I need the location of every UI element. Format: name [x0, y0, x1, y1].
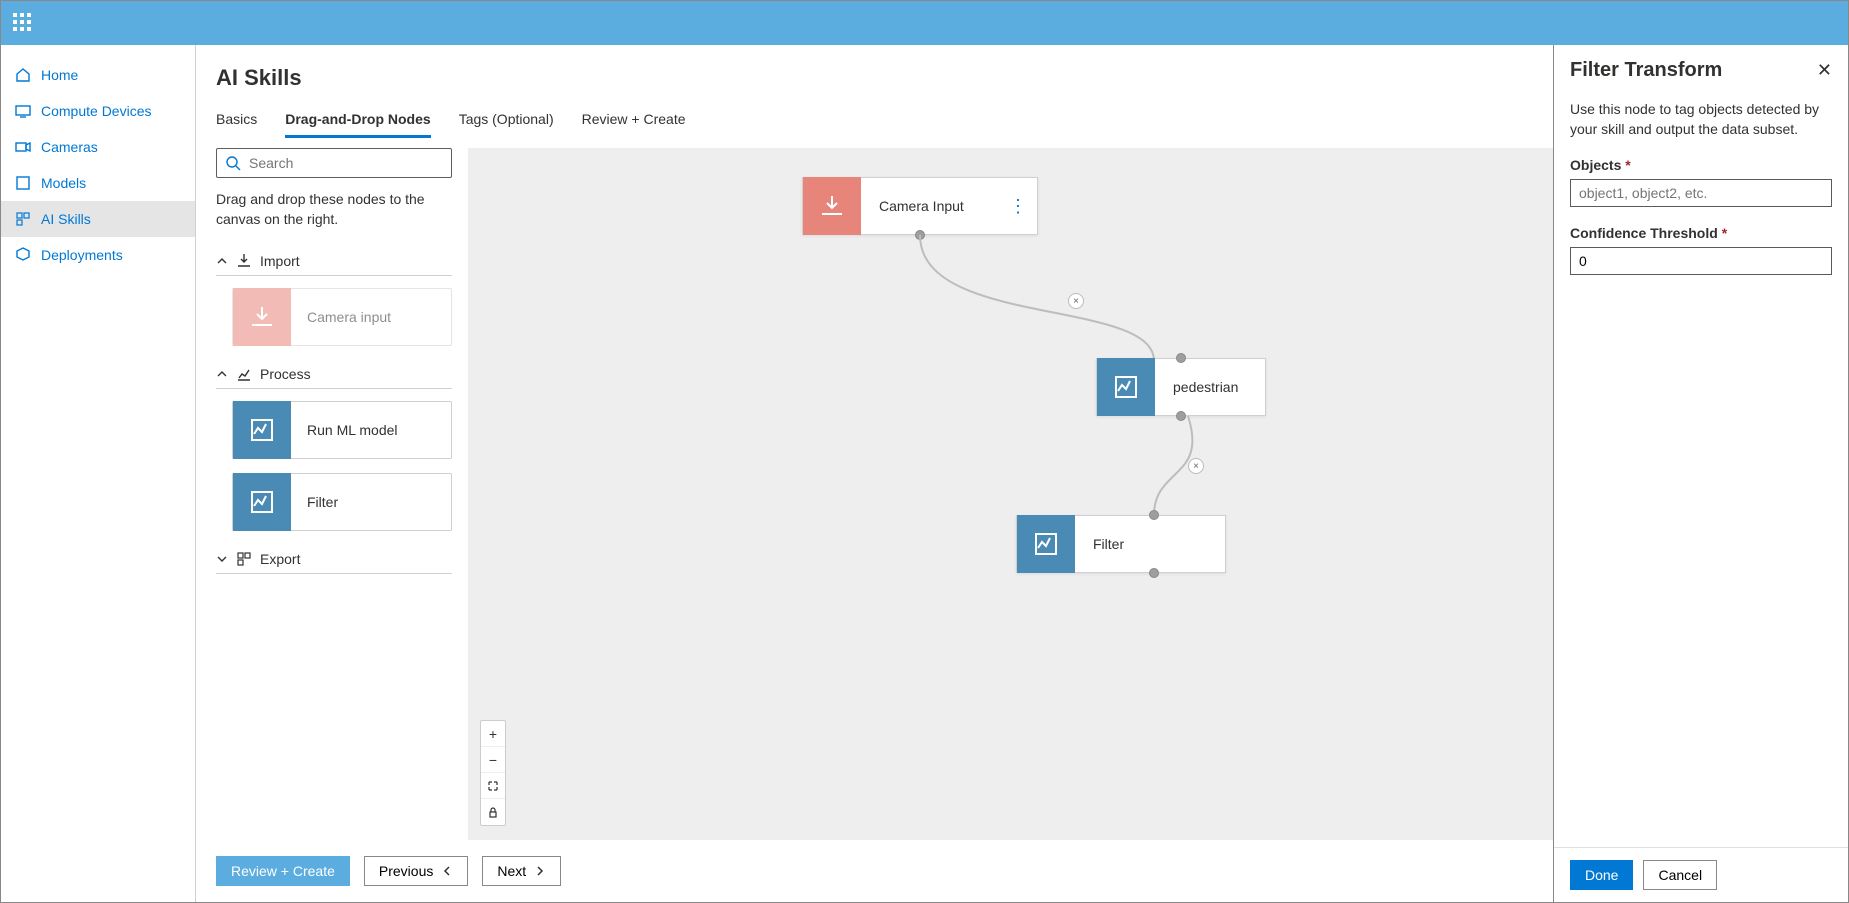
home-icon [15, 67, 31, 83]
download-icon [236, 253, 252, 269]
node-label: Filter [291, 494, 354, 510]
model-icon [233, 401, 291, 459]
node-label: Camera input [291, 309, 407, 325]
chevron-down-icon [216, 553, 228, 565]
camera-input-icon [803, 177, 861, 235]
tabs: Basics Drag-and-Drop Nodes Tags (Optiona… [216, 107, 1533, 138]
edge [468, 148, 1368, 848]
export-icon [236, 551, 252, 567]
delete-edge-button[interactable]: × [1188, 458, 1204, 474]
search-icon [225, 155, 241, 171]
node-label: Camera Input [861, 198, 982, 214]
chevron-right-icon [534, 865, 546, 877]
palette-node-camera-input[interactable]: Camera input [232, 288, 452, 346]
next-button[interactable]: Next [482, 856, 561, 886]
cancel-button[interactable]: Cancel [1643, 860, 1717, 890]
chevron-up-icon [216, 255, 228, 267]
sidebar-item-label: AI Skills [41, 211, 91, 227]
page-header: AI Skills Basics Drag-and-Drop Nodes Tag… [196, 45, 1553, 148]
filter-icon [1017, 515, 1075, 573]
topbar [1, 1, 1848, 45]
footer: Review + Create Previous Next [196, 840, 1553, 902]
sidebar-item-deployments[interactable]: Deployments [1, 237, 195, 273]
palette-node-filter[interactable]: Filter [232, 473, 452, 531]
group-label: Process [260, 366, 311, 382]
tab-tags[interactable]: Tags (Optional) [459, 107, 554, 138]
sidebar-item-label: Deployments [41, 247, 123, 263]
panel-description: Use this node to tag objects detected by… [1570, 100, 1832, 139]
lock-button[interactable] [481, 799, 505, 825]
panel-title: Filter Transform [1570, 59, 1722, 82]
canvas-node-filter[interactable]: Filter [1016, 515, 1226, 573]
sidebar-item-label: Models [41, 175, 86, 191]
main: AI Skills Basics Drag-and-Drop Nodes Tag… [196, 45, 1553, 902]
page-title: AI Skills [216, 65, 1533, 91]
sidebar-item-label: Compute Devices [41, 103, 152, 119]
camera-input-icon [233, 288, 291, 346]
search-input[interactable] [249, 155, 443, 171]
node-palette: Drag and drop these nodes to the canvas … [196, 148, 468, 840]
group-export[interactable]: Export [216, 545, 452, 574]
group-label: Import [260, 253, 300, 269]
sidebar-item-label: Home [41, 67, 78, 83]
more-icon[interactable]: ⋮ [1009, 197, 1027, 215]
sidebar-item-models[interactable]: Models [1, 165, 195, 201]
delete-edge-button[interactable]: × [1068, 293, 1084, 309]
tab-review[interactable]: Review + Create [582, 107, 686, 138]
app-launcher-icon[interactable] [13, 13, 33, 33]
edge [468, 148, 1368, 848]
sidebar-item-home[interactable]: Home [1, 57, 195, 93]
chart-icon [236, 366, 252, 382]
zoom-in-button[interactable]: + [481, 721, 505, 747]
sidebar-item-ai-skills[interactable]: AI Skills [1, 201, 195, 237]
node-label: pedestrian [1155, 379, 1256, 395]
chevron-up-icon [216, 368, 228, 380]
node-label: Run ML model [291, 422, 414, 438]
objects-label: Objects * [1570, 157, 1832, 173]
deployment-icon [15, 247, 31, 263]
close-icon[interactable]: ✕ [1817, 60, 1832, 81]
sidebar: Home Compute Devices Cameras Models AI S… [1, 45, 196, 902]
zoom-out-button[interactable]: − [481, 747, 505, 773]
output-port[interactable] [1176, 411, 1186, 421]
button-label: Next [497, 863, 526, 879]
tab-drag-and-drop[interactable]: Drag-and-Drop Nodes [285, 107, 430, 138]
sidebar-item-cameras[interactable]: Cameras [1, 129, 195, 165]
model-icon [15, 175, 31, 191]
review-create-button[interactable]: Review + Create [216, 856, 350, 886]
canvas-node-camera-input[interactable]: Camera Input ⋮ [802, 177, 1038, 235]
zoom-controls: + − [480, 720, 506, 826]
fit-button[interactable] [481, 773, 505, 799]
tab-basics[interactable]: Basics [216, 107, 257, 138]
chevron-left-icon [441, 865, 453, 877]
output-port[interactable] [1149, 568, 1159, 578]
input-port[interactable] [1149, 510, 1159, 520]
threshold-input[interactable] [1570, 247, 1832, 275]
canvas-node-pedestrian[interactable]: pedestrian [1096, 358, 1266, 416]
palette-help: Drag and drop these nodes to the canvas … [216, 190, 452, 229]
sidebar-item-label: Cameras [41, 139, 98, 155]
output-port[interactable] [915, 230, 925, 240]
group-label: Export [260, 551, 300, 567]
node-label: Filter [1075, 536, 1142, 552]
model-icon [1097, 358, 1155, 416]
properties-panel: Filter Transform ✕ Use this node to tag … [1553, 45, 1848, 902]
device-icon [15, 103, 31, 119]
camera-icon [15, 139, 31, 155]
group-import[interactable]: Import [216, 247, 452, 276]
skills-icon [15, 211, 31, 227]
previous-button[interactable]: Previous [364, 856, 468, 886]
done-button[interactable]: Done [1570, 860, 1633, 890]
input-port[interactable] [1176, 353, 1186, 363]
filter-icon [233, 473, 291, 531]
group-process[interactable]: Process [216, 360, 452, 389]
button-label: Previous [379, 863, 433, 879]
objects-input[interactable] [1570, 179, 1832, 207]
threshold-label: Confidence Threshold * [1570, 225, 1832, 241]
search-box[interactable] [216, 148, 452, 178]
canvas[interactable]: Camera Input ⋮ × pedestrian [468, 148, 1553, 840]
sidebar-item-compute-devices[interactable]: Compute Devices [1, 93, 195, 129]
palette-node-run-ml-model[interactable]: Run ML model [232, 401, 452, 459]
